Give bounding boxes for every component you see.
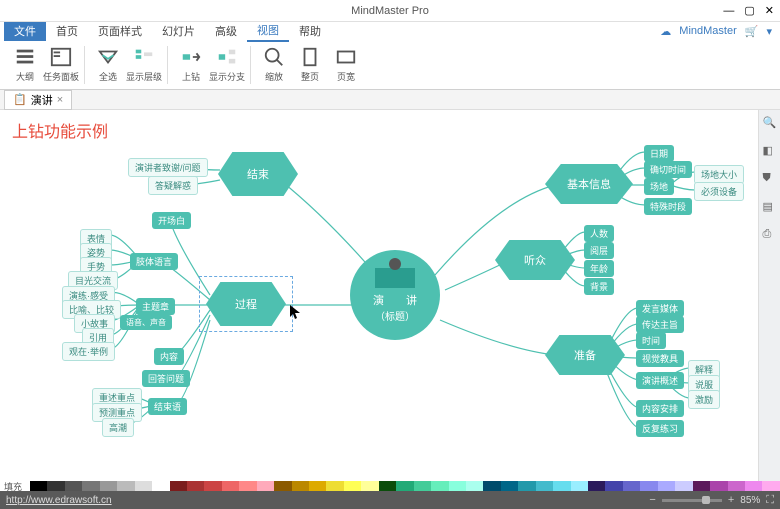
leaf[interactable]: 传达主旨 (636, 316, 684, 333)
leaf[interactable]: 开场白 (152, 212, 191, 229)
podium-icon (375, 268, 415, 288)
pagewidth-button[interactable]: 页宽 (329, 43, 363, 87)
document-tabs: 📋 演讲 × (0, 90, 780, 110)
taskpanel-button[interactable]: 任务面板 (44, 43, 78, 87)
app-title: MindMaster Pro (351, 5, 429, 17)
leaf[interactable]: 高潮 (102, 418, 134, 437)
color-bar: 填充 (0, 481, 780, 491)
leaf[interactable]: 时间 (636, 332, 666, 349)
export-icon[interactable]: ⎙ (763, 228, 777, 242)
fullscreen-button[interactable]: 全选 (91, 43, 125, 87)
node-audience[interactable]: 听众 (495, 240, 575, 280)
maximize-icon[interactable]: ▢ (744, 4, 754, 17)
layout-icon[interactable]: ▤ (763, 200, 777, 214)
leaf[interactable]: 内容 (154, 348, 184, 365)
document-tab[interactable]: 📋 演讲 × (4, 90, 72, 110)
tab-help[interactable]: 帮助 (289, 21, 331, 41)
color-swatches[interactable] (30, 481, 780, 491)
search-icon[interactable]: 🔍 (763, 116, 777, 130)
leaf[interactable]: 肢体语言 (130, 253, 178, 270)
minimize-icon[interactable]: — (723, 5, 734, 17)
leaf[interactable]: 答疑解惑 (148, 176, 198, 195)
fitpage-button[interactable]: 整页 (293, 43, 327, 87)
leaf[interactable]: 激励 (688, 390, 720, 409)
leaf[interactable]: 回答问题 (142, 370, 190, 387)
leaf[interactable]: 背景 (584, 278, 614, 295)
leaf[interactable]: 必须设备 (694, 182, 744, 201)
leaf[interactable]: 内容安排 (636, 400, 684, 417)
statusbar: http://www.edrawsoft.cn − + 85% ⛶ (0, 491, 780, 509)
fit-icon[interactable]: ⛶ (766, 494, 774, 507)
zoom-button[interactable]: 缩放 (257, 43, 291, 87)
tab-view[interactable]: 视图 (247, 20, 289, 42)
leaf[interactable]: 场地 (644, 178, 674, 195)
leaf[interactable]: 主题章 (136, 298, 175, 315)
leaf[interactable]: 日期 (644, 145, 674, 162)
leaf[interactable]: 反复练习 (636, 420, 684, 437)
menubar: 文件 首页 页面样式 幻灯片 高级 视图 帮助 ☁ MindMaster 🛒 ▾ (0, 22, 780, 40)
outline-button[interactable]: 大纲 (8, 43, 42, 87)
status-url[interactable]: http://www.edrawsoft.cn (6, 495, 112, 506)
tab-slides[interactable]: 幻灯片 (152, 21, 205, 41)
page-title: 上钻功能示例 (12, 118, 108, 142)
leaf[interactable]: 发言媒体 (636, 300, 684, 317)
zoom-value: 85% (740, 495, 760, 506)
canvas[interactable]: 上钻功能示例 演 讲 （标题） 结束 过程 基本信息 听众 准备 演讲者致谢/问… (0, 110, 758, 481)
fill-label: 填充 (0, 481, 30, 491)
tab-advanced[interactable]: 高级 (205, 21, 247, 41)
leaf[interactable]: 观在·举例 (62, 342, 115, 361)
node-process[interactable]: 过程 (206, 282, 286, 326)
leaf[interactable]: 结束语 (148, 398, 187, 415)
leaf[interactable]: 演讲概述 (636, 372, 684, 389)
titlebar: MindMaster Pro — ▢ ✕ (0, 0, 780, 22)
brand-label: MindMaster (679, 25, 736, 37)
center-node[interactable]: 演 讲 （标题） (350, 250, 440, 340)
home-icon[interactable]: ⛊ (763, 172, 777, 186)
zoom-out-icon[interactable]: − (649, 494, 655, 506)
tab-home[interactable]: 首页 (46, 21, 88, 41)
node-prepare[interactable]: 准备 (545, 335, 625, 375)
zoom-in-icon[interactable]: + (728, 494, 734, 506)
theme-icon[interactable]: ◧ (763, 144, 777, 158)
file-menu[interactable]: 文件 (4, 21, 46, 41)
showlevel-button[interactable]: 显示层级 (127, 43, 161, 87)
showbranch-button[interactable]: 显示分支 (210, 43, 244, 87)
leaf[interactable]: 确切时间 (644, 161, 692, 178)
leaf[interactable]: 语音、声音 (120, 315, 172, 330)
doc-icon: 📋 (13, 93, 27, 106)
cursor-icon (290, 305, 302, 321)
close-tab-icon[interactable]: × (57, 94, 63, 106)
cart-icon[interactable]: 🛒 (745, 25, 759, 38)
ribbon: 大纲 任务面板 全选 显示层级 上钻 显示分支 缩放 整页 页宽 (0, 40, 780, 90)
zoom-slider[interactable] (662, 499, 722, 502)
leaf[interactable]: 视觉教具 (636, 350, 684, 367)
leaf[interactable]: 演讲者致谢/问题 (128, 158, 208, 177)
leaf[interactable]: 特殊时段 (644, 198, 692, 215)
node-end[interactable]: 结束 (218, 152, 298, 196)
side-panel: 🔍 ◧ ⛊ ▤ ⎙ (758, 110, 780, 481)
tab-pagestyle[interactable]: 页面样式 (88, 21, 152, 41)
leaf[interactable]: 年龄 (584, 260, 614, 277)
drillup-button[interactable]: 上钻 (174, 43, 208, 87)
leaf[interactable]: 阅层 (584, 242, 614, 259)
dropdown-icon[interactable]: ▾ (766, 25, 772, 38)
cloud-icon[interactable]: ☁ (660, 25, 671, 38)
node-basic[interactable]: 基本信息 (545, 164, 633, 204)
close-icon[interactable]: ✕ (765, 4, 774, 17)
leaf[interactable]: 人数 (584, 225, 614, 242)
